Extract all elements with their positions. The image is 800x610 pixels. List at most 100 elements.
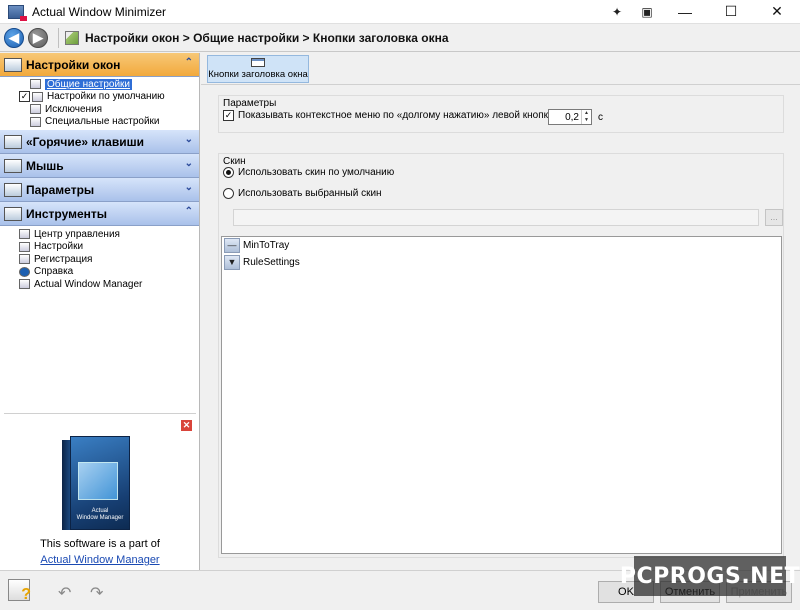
settings-page-icon: [65, 30, 79, 45]
sidebar-section-label: Мышь: [26, 158, 64, 173]
general-settings-icon: [30, 79, 41, 90]
sidebar-section-options[interactable]: Параметры ⌄: [0, 178, 199, 202]
delay-unit: с: [598, 111, 603, 123]
sidebar-item-label: Настройки: [34, 241, 84, 253]
delay-stepper[interactable]: 0,2 ▲ ▼: [548, 109, 592, 125]
tab-strip: Кнопки заголовка окна: [201, 53, 800, 85]
stepper-arrows-icon[interactable]: ▲ ▼: [581, 110, 591, 124]
sidebar-item-control-center[interactable]: Центр управления: [0, 228, 199, 241]
sidebar-item-label: Регистрация: [34, 253, 93, 265]
skin-default-label: Использовать скин по умолчанию: [238, 167, 395, 178]
special-settings-icon: [30, 116, 41, 127]
sidebar-section-hotkeys[interactable]: «Горячие» клавиши ⌄: [0, 130, 199, 154]
sidebar-item-actual-window-manager[interactable]: Actual Window Manager: [0, 278, 199, 291]
skin-default-radio[interactable]: [223, 167, 234, 178]
minimize-button[interactable]: —: [662, 0, 708, 24]
sidebar-section-mouse[interactable]: Мышь ⌄: [0, 154, 199, 178]
title-buttons-icon: [251, 58, 265, 67]
sidebar-section-label: «Горячие» клавиши: [26, 134, 144, 149]
sidebar-item-help[interactable]: Справка: [0, 266, 199, 279]
navigation-bar: ◀ ▶ Настройки окон > Общие настройки > К…: [0, 24, 800, 52]
chevron-up-icon[interactable]: ⌃: [185, 206, 193, 217]
mouse-icon: [4, 158, 22, 173]
sidebar-item-label: Исключения: [45, 103, 103, 115]
skin-group: Скин Использовать скин по умолчанию Испо…: [218, 153, 784, 558]
sidebar-item-registration[interactable]: Регистрация: [0, 253, 199, 266]
sidebar-item-general-settings[interactable]: Общие настройки: [0, 78, 199, 91]
forward-button[interactable]: ▶: [28, 27, 48, 48]
parameters-group: Параметры ✓ Показывать контекстное меню …: [218, 95, 784, 133]
pin-icon[interactable]: ✦: [602, 0, 632, 24]
main-content: Кнопки заголовка окна Параметры ✓ Показы…: [201, 53, 800, 570]
skin-list-item-mintotray[interactable]: — MinToTray: [222, 237, 781, 254]
redo-icon[interactable]: ↷: [90, 583, 112, 602]
parameters-group-title: Параметры: [223, 98, 277, 109]
undo-icon[interactable]: ↶: [58, 583, 80, 602]
sidebar-item-default-settings[interactable]: ✓ Настройки по умолчанию: [0, 91, 199, 104]
promo-text: This software is a part of: [40, 538, 160, 550]
chevron-down-icon[interactable]: ⌄: [185, 182, 193, 193]
tools-icon: [4, 206, 22, 221]
sidebar-item-exclusions[interactable]: Исключения: [0, 103, 199, 116]
window-title: Actual Window Minimizer: [32, 4, 167, 19]
title-bar: Actual Window Minimizer ✦ ▣ — ☐ ✕: [0, 0, 800, 24]
tab-title-buttons[interactable]: Кнопки заголовка окна: [207, 55, 309, 83]
product-box-image: Actual Window Manager: [60, 436, 132, 532]
sidebar-section-tools[interactable]: Инструменты ⌃: [0, 202, 199, 226]
sidebar-item-label: Настройки по умолчанию: [47, 91, 165, 103]
minimize-to-tray-icon[interactable]: ▣: [632, 0, 662, 24]
promo-panel: ✕ Actual Window Manager This software is …: [4, 413, 196, 568]
watermark: PCPROGS.NET: [620, 556, 800, 596]
arrow-left-icon: ◀: [9, 29, 19, 45]
rule-settings-icon: ▼: [224, 255, 240, 270]
promo-link[interactable]: Actual Window Manager: [4, 554, 196, 566]
app-icon: [8, 4, 27, 21]
hotkeys-icon: [4, 134, 22, 149]
skin-custom-option[interactable]: Использовать выбранный скин: [223, 188, 382, 199]
sidebar-item-label: Справка: [34, 266, 74, 278]
sidebar-section-window-settings[interactable]: Настройки окон ⌃: [0, 53, 199, 77]
product-box-text: Actual Window Manager: [76, 508, 124, 521]
delay-value: 0,2: [565, 111, 579, 123]
help-icon[interactable]: [8, 579, 31, 604]
exclusions-icon: [30, 104, 41, 115]
window-manager-icon: [19, 279, 30, 290]
close-promo-icon[interactable]: ✕: [181, 420, 192, 431]
window-settings-icon: [4, 57, 22, 72]
skin-custom-label: Использовать выбранный скин: [238, 188, 382, 199]
context-menu-row: ✓ Показывать контекстное меню по «долгом…: [223, 110, 584, 121]
delay-row: 0,2 ▲ ▼ с: [548, 109, 603, 125]
skin-default-option[interactable]: Использовать скин по умолчанию: [223, 167, 394, 178]
sidebar-item-label: Специальные настройки: [45, 116, 160, 128]
maximize-button[interactable]: ☐: [708, 0, 754, 24]
skin-group-title: Скин: [223, 156, 246, 167]
sidebar-item-label: Actual Window Manager: [34, 278, 143, 290]
key-icon: [19, 254, 30, 265]
sidebar: Настройки окон ⌃ Общие настройки ✓ Настр…: [0, 53, 200, 570]
context-menu-label: Показывать контекстное меню по «долгому …: [238, 110, 585, 121]
arrow-right-icon: ▶: [33, 29, 43, 45]
close-button[interactable]: ✕: [754, 0, 800, 24]
min-to-tray-icon: —: [224, 238, 240, 253]
skin-path-input[interactable]: [233, 209, 759, 226]
back-button[interactable]: ◀: [4, 27, 24, 48]
skin-list[interactable]: — MinToTray ▼ RuleSettings: [221, 236, 782, 554]
chevron-down-icon[interactable]: ⌄: [185, 134, 193, 145]
nav-separator: [58, 27, 59, 48]
sidebar-item-special-settings[interactable]: Специальные настройки: [0, 116, 199, 129]
tab-label: Кнопки заголовка окна: [208, 69, 308, 80]
skin-list-item-rulesettings[interactable]: ▼ RuleSettings: [222, 254, 781, 271]
sidebar-item-label: Центр управления: [34, 228, 120, 240]
default-settings-checkbox[interactable]: ✓: [19, 91, 30, 103]
browse-skin-button[interactable]: ...: [765, 209, 783, 226]
skin-item-label: RuleSettings: [243, 257, 300, 268]
help-icon: [19, 266, 30, 277]
skin-custom-radio[interactable]: [223, 188, 234, 199]
sidebar-section-label: Настройки окон: [26, 57, 121, 72]
context-menu-checkbox[interactable]: ✓: [223, 110, 234, 121]
chevron-up-icon[interactable]: ⌃: [185, 57, 193, 68]
options-icon: [4, 182, 22, 197]
breadcrumb: Настройки окон > Общие настройки > Кнопк…: [85, 30, 449, 45]
chevron-down-icon[interactable]: ⌄: [185, 158, 193, 169]
sidebar-item-settings[interactable]: Настройки: [0, 241, 199, 254]
